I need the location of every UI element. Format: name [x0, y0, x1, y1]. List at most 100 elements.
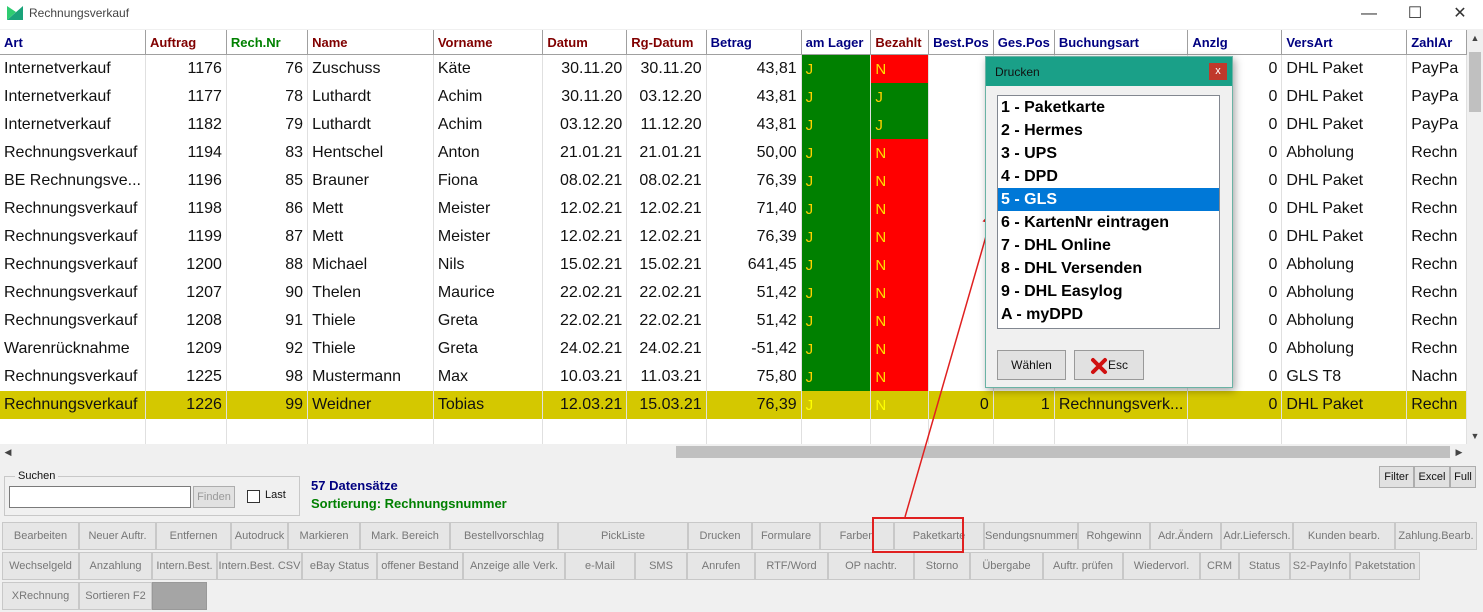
esc-button[interactable]: Esc: [1074, 350, 1144, 380]
dialog-close-icon[interactable]: x: [1209, 63, 1227, 80]
toolbar-button[interactable]: Paketstation: [1350, 552, 1420, 580]
excel-button[interactable]: Excel: [1414, 466, 1450, 488]
column-header[interactable]: VersArt: [1281, 30, 1408, 55]
toolbar-button[interactable]: Sortieren F2: [79, 582, 152, 610]
toolbar-button[interactable]: Formulare: [752, 522, 820, 550]
toolbar-button[interactable]: Adr.Ändern: [1150, 522, 1221, 550]
toolbar-button[interactable]: Adr.Liefersch.: [1221, 522, 1293, 550]
carrier-option[interactable]: 1 - Paketkarte: [998, 96, 1219, 119]
search-input[interactable]: [9, 486, 191, 508]
column-header[interactable]: Anzlg: [1187, 30, 1283, 55]
toolbar-button[interactable]: e-Mail: [565, 552, 635, 580]
toolbar-button[interactable]: Mark. Bereich: [360, 522, 450, 550]
column-header[interactable]: Bezahlt: [870, 30, 930, 55]
column-header[interactable]: Auftrag: [145, 30, 227, 55]
carrier-option[interactable]: 8 - DHL Versenden: [998, 257, 1219, 280]
table-row[interactable]: Rechnungsverkauf 1198 86 Mett Meister 12.02.2…: [0, 195, 1467, 223]
toolbar-button[interactable]: Kunden bearb.: [1293, 522, 1395, 550]
horizontal-scroll-thumb[interactable]: [676, 446, 1450, 458]
vertical-scrollbar[interactable]: ▲ ▼: [1467, 30, 1483, 444]
toolbar-button[interactable]: Wechselgeld: [2, 552, 79, 580]
table-row[interactable]: Rechnungsverkauf 1194 83 Hentschel Anton 21.0…: [0, 139, 1467, 167]
waehlen-button[interactable]: Wählen: [997, 350, 1066, 380]
column-header[interactable]: ZahlAr: [1406, 30, 1467, 55]
close-window-button[interactable]: ✕: [1437, 0, 1483, 29]
dialog-title-bar[interactable]: Drucken x: [986, 57, 1232, 86]
table-row[interactable]: Rechnungsverkauf 1200 88 Michael Nils 15.02.2…: [0, 251, 1467, 279]
toolbar-button[interactable]: Status: [1239, 552, 1290, 580]
table-row[interactable]: Rechnungsverkauf 1208 91 Thiele Greta 22.02.2…: [0, 307, 1467, 335]
vertical-scroll-thumb[interactable]: [1469, 52, 1481, 112]
column-header[interactable]: Vorname: [433, 30, 544, 55]
toolbar-button[interactable]: CRM: [1200, 552, 1239, 580]
scroll-up-arrow-icon[interactable]: ▲: [1467, 30, 1483, 46]
carrier-option[interactable]: 3 - UPS: [998, 142, 1219, 165]
carrier-listbox[interactable]: 1 - Paketkarte 2 - Hermes 3 - UPS 4 - DPD 5 …: [997, 95, 1220, 329]
toolbar-button[interactable]: Neuer Auftr.: [79, 522, 156, 550]
column-header[interactable]: Betrag: [706, 30, 802, 55]
toolbar-button[interactable]: Storno: [914, 552, 970, 580]
toolbar-button[interactable]: Auftr. prüfen: [1043, 552, 1123, 580]
toolbar-button[interactable]: Entfernen: [156, 522, 231, 550]
toolbar-button[interactable]: Bestellvorschlag: [450, 522, 558, 550]
carrier-option[interactable]: 4 - DPD: [998, 165, 1219, 188]
column-header[interactable]: Buchungsart: [1054, 30, 1189, 55]
column-header[interactable]: Best.Pos: [928, 30, 994, 55]
filter-button[interactable]: Filter: [1379, 466, 1414, 488]
carrier-option[interactable]: 5 - GLS: [998, 188, 1219, 211]
last-checkbox[interactable]: [247, 490, 260, 503]
toolbar-button[interactable]: RTF/Word: [755, 552, 828, 580]
table-row[interactable]: Rechnungsverkauf 1226 99 Weidner Tobias 12.03…: [0, 391, 1467, 419]
table-row[interactable]: Internetverkauf 1177 78 Luthardt Achim 30.11.…: [0, 83, 1467, 111]
finden-button[interactable]: Finden: [193, 486, 235, 508]
table-row[interactable]: Internetverkauf 1176 76 Zuschuss Käte 30.11.2…: [0, 54, 1467, 83]
toolbar-button[interactable]: offener Bestand: [377, 552, 463, 580]
column-header[interactable]: Name: [307, 30, 434, 55]
minimize-button[interactable]: —: [1346, 0, 1392, 29]
table-row[interactable]: Rechnungsverkauf 1225 98 Mustermann Max 10.03…: [0, 363, 1467, 391]
toolbar-button[interactable]: SMS: [635, 552, 687, 580]
toolbar-button[interactable]: XRechnung: [2, 582, 79, 610]
carrier-option[interactable]: 6 - KartenNr eintragen: [998, 211, 1219, 234]
scroll-down-arrow-icon[interactable]: ▼: [1467, 428, 1483, 444]
toolbar-button[interactable]: Zahlung.Bearb.: [1395, 522, 1477, 550]
toolbar-button[interactable]: Markieren: [288, 522, 360, 550]
scroll-right-arrow-icon[interactable]: ▶: [1451, 444, 1467, 460]
toolbar-button[interactable]: Anzahlung: [79, 552, 152, 580]
column-header[interactable]: Art: [0, 30, 146, 55]
toolbar-button[interactable]: [152, 582, 207, 610]
maximize-button[interactable]: ☐: [1392, 0, 1438, 29]
toolbar-button[interactable]: Bearbeiten: [2, 522, 79, 550]
toolbar-button[interactable]: OP nachtr.: [828, 552, 914, 580]
toolbar-button[interactable]: PickListe: [558, 522, 688, 550]
toolbar-button[interactable]: Sendungsnummern: [984, 522, 1078, 550]
table-row[interactable]: Internetverkauf 1182 79 Luthardt Achim 03.12.…: [0, 111, 1467, 139]
table-row[interactable]: Rechnungsverkauf 1207 90 Thelen Maurice 22.02…: [0, 279, 1467, 307]
carrier-option[interactable]: 9 - DHL Easylog: [998, 280, 1219, 303]
column-header[interactable]: Ges.Pos: [993, 30, 1055, 55]
toolbar-button[interactable]: Intern.Best.: [152, 552, 217, 580]
toolbar-button[interactable]: S2-PayInfo: [1290, 552, 1350, 580]
carrier-option[interactable]: 7 - DHL Online: [998, 234, 1219, 257]
toolbar-button[interactable]: Übergabe: [970, 552, 1043, 580]
toolbar-button[interactable]: Rohgewinn: [1078, 522, 1150, 550]
column-header[interactable]: am Lager: [801, 30, 872, 55]
table-row[interactable]: BE Rechnungsve... 1196 85 Brauner Fiona 08.02…: [0, 167, 1467, 195]
toolbar-button[interactable]: eBay Status: [302, 552, 377, 580]
column-header[interactable]: Rg-Datum: [626, 30, 707, 55]
horizontal-scrollbar[interactable]: ◀ ▶: [0, 444, 1467, 460]
carrier-option[interactable]: A - myDPD: [998, 303, 1219, 326]
table-row[interactable]: Rechnungsverkauf 1199 87 Mett Meister 12.02.2…: [0, 223, 1467, 251]
orders-grid[interactable]: Art Auftrag Rech.Nr Name Vorname Datum Rg-Datu…: [0, 30, 1467, 444]
column-header[interactable]: Datum: [542, 30, 628, 55]
full-button[interactable]: Full: [1450, 466, 1476, 488]
table-row[interactable]: Warenrücknahme 1209 92 Thiele Greta 24.02.21 2…: [0, 335, 1467, 363]
toolbar-button[interactable]: Anzeige alle Verk.: [463, 552, 565, 580]
scroll-left-arrow-icon[interactable]: ◀: [0, 444, 16, 460]
toolbar-button[interactable]: Wiedervorl.: [1123, 552, 1200, 580]
column-header[interactable]: Rech.Nr: [226, 30, 309, 55]
carrier-option[interactable]: 2 - Hermes: [998, 119, 1219, 142]
toolbar-button[interactable]: Anrufen: [687, 552, 755, 580]
toolbar-button[interactable]: Drucken: [688, 522, 752, 550]
toolbar-button[interactable]: Autodruck: [231, 522, 288, 550]
